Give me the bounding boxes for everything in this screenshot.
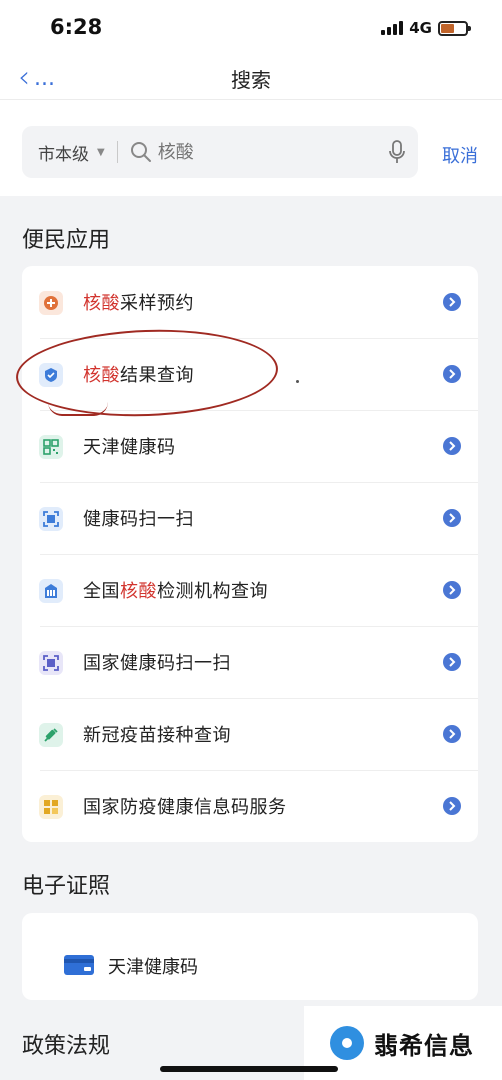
signal-icon [381, 21, 404, 35]
qr-code-icon [39, 435, 63, 459]
chevron-right-circle-icon [443, 797, 461, 815]
section-title-convenience: 便民应用 [22, 228, 111, 253]
caret-down-icon: ▼ [97, 146, 105, 158]
item-label: 国家健康码扫一扫 [83, 653, 231, 674]
microphone-icon[interactable] [388, 140, 406, 164]
city-select[interactable]: 市本级 ▼ [38, 140, 105, 165]
status-time: 6:28 [50, 15, 103, 39]
chevron-right-circle-icon [443, 365, 461, 383]
item-label: 核酸结果查询 [83, 365, 194, 386]
building-icon [39, 579, 63, 603]
network-label: 4G [409, 19, 432, 37]
scan-icon [39, 651, 63, 675]
home-indicator[interactable] [160, 1066, 338, 1072]
scan-icon [39, 507, 63, 531]
certificate-card[interactable]: 天津健康码 [22, 913, 478, 1000]
item-label: 健康码扫一扫 [83, 509, 194, 530]
page-title: 搜索 [231, 68, 271, 92]
list-item[interactable]: 新冠疫苗接种查询 [22, 698, 478, 770]
search-icon [130, 142, 151, 162]
chevron-right-circle-icon [443, 581, 461, 599]
item-label: 国家防疫健康信息码服务 [83, 797, 287, 818]
city-label: 市本级 [38, 144, 89, 165]
plus-circle-icon [39, 291, 63, 315]
section-title-policy: 政策法规 [22, 1034, 111, 1059]
list-item[interactable]: 天津健康码 [22, 410, 478, 482]
grid-icon [39, 795, 63, 819]
chevron-right-circle-icon [443, 725, 461, 743]
shield-check-icon [39, 363, 63, 387]
chevron-right-circle-icon [443, 653, 461, 671]
status-indicators: 4G [381, 19, 471, 37]
search-row: 市本级 ▼ 取消 [0, 100, 502, 196]
item-label: 天津健康码 [83, 437, 176, 458]
list-item[interactable]: 健康码扫一扫 [22, 482, 478, 554]
chevron-right-circle-icon [443, 293, 461, 311]
cancel-button[interactable]: 取消 [442, 142, 478, 168]
item-label: 核酸采样预约 [83, 293, 194, 314]
nav-bar: ‹ ... 搜索 [0, 56, 502, 100]
list-item[interactable]: 全国核酸检测机构查询 [22, 554, 478, 626]
section-title-e-certificates: 电子证照 [22, 874, 111, 899]
list-item[interactable]: 国家健康码扫一扫 [22, 626, 478, 698]
certificate-label: 天津健康码 [108, 957, 198, 978]
app-list: 核酸采样预约 核酸结果查询 天津健康码 健康码扫一扫 全国核酸检测机构查询 国家… [22, 266, 478, 842]
battery-icon [438, 20, 471, 36]
card-icon [64, 955, 94, 975]
watermark-text: 翡希信息 [374, 1030, 474, 1060]
search-input[interactable] [157, 141, 358, 163]
item-label: 全国核酸检测机构查询 [83, 581, 268, 602]
list-item[interactable]: 核酸结果查询 [22, 338, 478, 410]
list-item[interactable]: 国家防疫健康信息码服务 [22, 770, 478, 842]
watermark-logo-icon [330, 1026, 364, 1060]
list-item[interactable]: 核酸采样预约 [22, 266, 478, 338]
syringe-icon [39, 723, 63, 747]
status-bar: 6:28 4G [0, 0, 502, 56]
search-box: 市本级 ▼ [22, 126, 418, 178]
chevron-right-circle-icon [443, 437, 461, 455]
divider [116, 141, 118, 163]
annotation-dot [296, 380, 299, 383]
item-label: 新冠疫苗接种查询 [83, 725, 231, 746]
chevron-right-circle-icon [443, 509, 461, 527]
